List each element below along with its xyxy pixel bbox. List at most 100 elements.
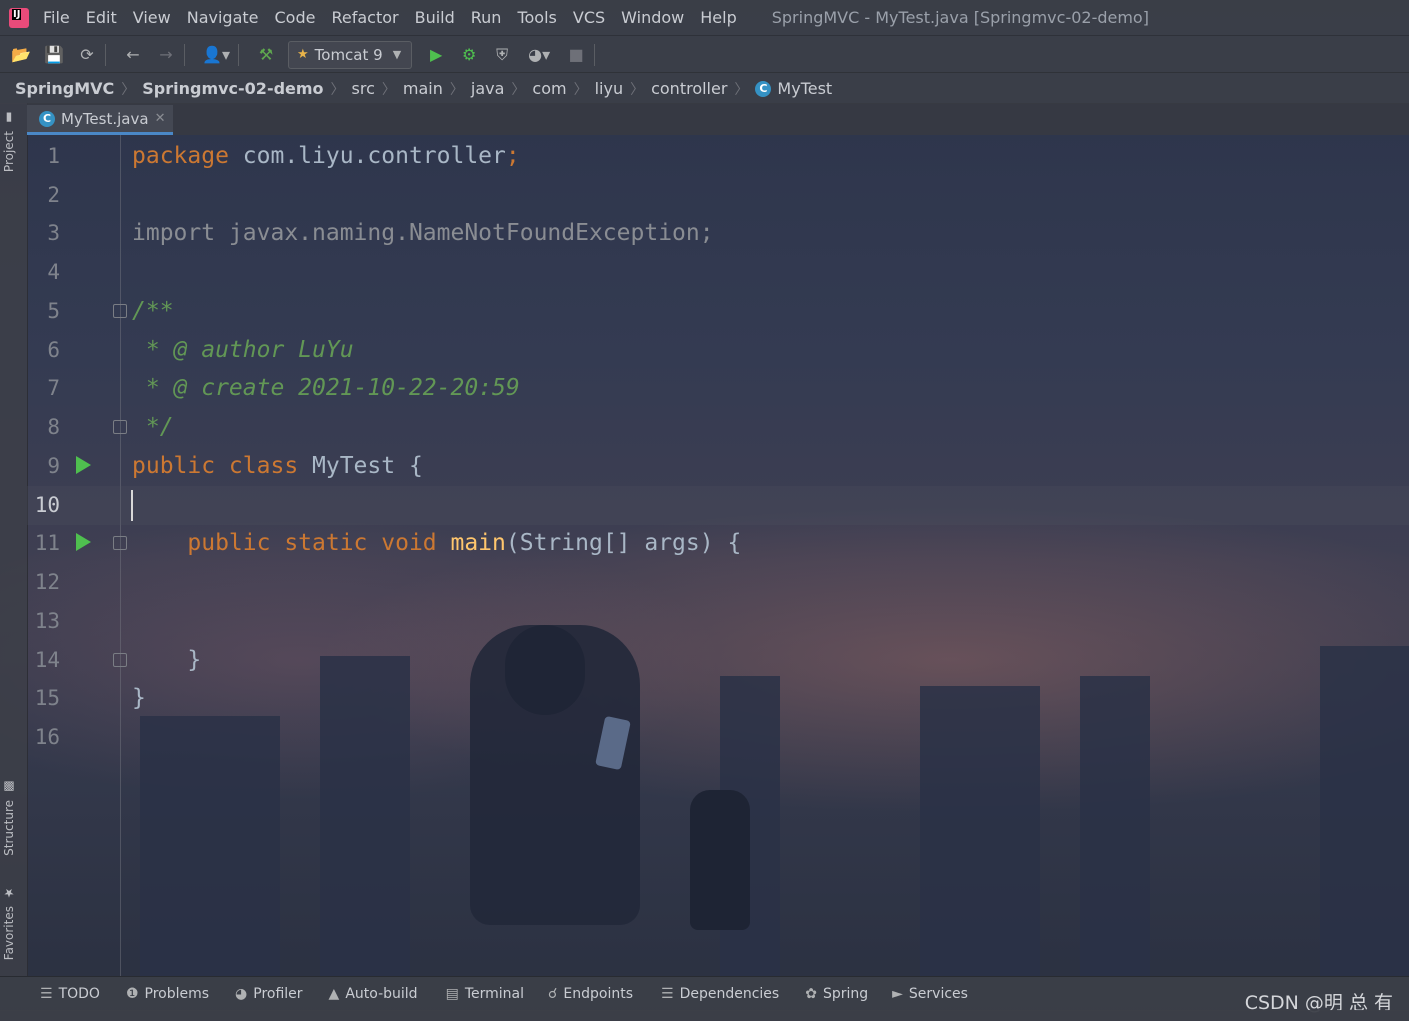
menu-build[interactable]: Build [415,8,455,27]
back-icon[interactable]: ← [121,43,145,67]
profiler-tool-button[interactable]: ◕ Profiler [235,986,303,1002]
run-config-label: Tomcat 9 [314,45,383,64]
status-bar [0,1010,1409,1021]
breadcrumb-java[interactable]: java [471,79,505,98]
code-line: 1 package com.liyu.controller; [27,137,1409,176]
menu-navigate[interactable]: Navigate [187,8,259,27]
breadcrumb-module[interactable]: Springmvc-02-demo [142,79,323,98]
code-line: 3 import javax.naming.NameNotFoundExcept… [27,214,1409,253]
left-tool-window-strip: Project ▮ Structure ▩ Favorites ★ [0,103,28,976]
code-line: 16 [27,718,1409,757]
forward-icon[interactable]: → [154,43,178,67]
identifier: com.liyu.controller [228,143,506,169]
run-icon[interactable]: ▶ [424,43,448,67]
breadcrumb-separator: 〉 [511,81,526,98]
star-icon: ★ [2,886,16,900]
method-name: main [436,530,506,556]
spring-label: Spring [822,986,869,1002]
auto-build-tool-button[interactable]: ▲ Auto-build [329,986,418,1002]
vcs-user-icon[interactable]: 👤▾ [200,43,232,67]
breadcrumb-separator: 〉 [630,81,645,98]
text-caret [131,490,133,521]
navigation-breadcrumb: SpringMVC 〉 Springmvc-02-demo 〉 src 〉 ma… [0,72,1409,104]
line-number: 11 [34,531,60,555]
dependencies-tool-button[interactable]: ☰ Dependencies [661,986,779,1002]
endpoints-tool-button[interactable]: ☌ Endpoints [548,986,633,1002]
run-gutter-icon[interactable] [76,456,91,474]
code-text: public class MyTest { [132,447,423,486]
fold-icon[interactable] [113,653,127,667]
menu-tools[interactable]: Tools [517,8,556,27]
breadcrumb-separator: 〉 [734,81,749,98]
project-tool-button[interactable]: Project ▮ [2,111,16,172]
breadcrumb-project[interactable]: SpringMVC [15,79,114,98]
line-number: 2 [47,183,60,207]
close-icon[interactable]: ✕ [155,111,166,126]
project-tool-label: Project [2,131,16,173]
code-line: 8 */ [27,408,1409,447]
favorites-tool-label: Favorites [2,906,16,961]
endpoints-icon: ☌ [547,986,558,1002]
line-number: 9 [47,454,60,478]
debug-bug-icon[interactable]: ⚙ [457,43,481,67]
breadcrumb-separator: 〉 [449,81,464,98]
problems-tool-button[interactable]: ❶ Problems [126,986,209,1002]
code-text: package com.liyu.controller; [132,137,520,176]
code-line: 11 public static void main(String[] args… [27,524,1409,563]
line-number: 16 [34,725,60,749]
breadcrumb-separator: 〉 [121,81,136,98]
layers-icon: ☰ [661,986,674,1002]
stop-icon[interactable]: ■ [564,43,588,67]
code-line: 6 * @ author LuYu [27,331,1409,370]
menu-run[interactable]: Run [471,8,502,27]
breadcrumb-main[interactable]: main [403,79,443,98]
menu-code[interactable]: Code [275,8,316,27]
menu-vcs[interactable]: VCS [573,8,605,27]
breadcrumb-class[interactable]: MyTest [777,79,832,98]
coverage-icon[interactable]: ⛨ [490,43,514,67]
toolbar-separator [105,43,106,66]
sync-icon[interactable]: ⟳ [75,43,99,67]
terminal-icon: ▤ [445,986,459,1002]
code-editor[interactable]: 1 package com.liyu.controller; 2 3 impor… [27,135,1409,976]
favorites-tool-button[interactable]: Favorites ★ [2,886,16,960]
fold-icon[interactable] [113,420,127,434]
keyword: public static void [187,530,437,556]
breadcrumb-src[interactable]: src [352,79,375,98]
run-configuration-selector[interactable]: ★ Tomcat 9 ▼ [288,40,413,69]
breadcrumb-controller[interactable]: controller [651,79,727,98]
fold-icon[interactable] [113,304,127,318]
code-text: } [132,647,202,673]
profiler-label: Profiler [253,986,303,1002]
save-all-icon[interactable]: 💾 [42,43,66,67]
toolbar-separator [238,43,239,66]
auto-build-label: Auto-build [345,986,418,1002]
terminal-tool-button[interactable]: ▤ Terminal [446,986,524,1002]
code-line: 14 } [27,641,1409,680]
profile-icon[interactable]: ◕▾ [523,43,555,67]
line-number: 15 [34,686,60,710]
breadcrumb-liyu[interactable]: liyu [595,79,624,98]
open-folder-icon[interactable]: 📂 [9,43,33,67]
build-hammer-icon[interactable]: ⚒ [254,43,278,67]
doc-comment: * @ create 2021-10-22-20:59 [132,375,520,401]
tab-mytest-java[interactable]: C MyTest.java ✕ [27,105,174,135]
menu-edit[interactable]: Edit [86,8,117,27]
menu-window[interactable]: Window [621,8,684,27]
code-text: } [132,685,146,711]
menu-refactor[interactable]: Refactor [331,8,398,27]
menu-file[interactable]: File [43,8,70,27]
todo-tool-button[interactable]: ☰ TODO [40,986,100,1002]
spring-tool-button[interactable]: ✿ Spring [805,986,868,1002]
services-tool-button[interactable]: ► Services [892,986,968,1002]
doc-comment: */ [132,414,174,440]
run-gutter-icon[interactable] [76,533,91,551]
fold-icon[interactable] [113,536,127,550]
menu-view[interactable]: View [133,8,171,27]
breadcrumb-com[interactable]: com [532,79,566,98]
breadcrumb-separator: 〉 [330,81,345,98]
code-line: 9 public class MyTest { [27,447,1409,486]
structure-tool-button[interactable]: Structure ▩ [2,780,16,856]
menu-help[interactable]: Help [700,8,736,27]
